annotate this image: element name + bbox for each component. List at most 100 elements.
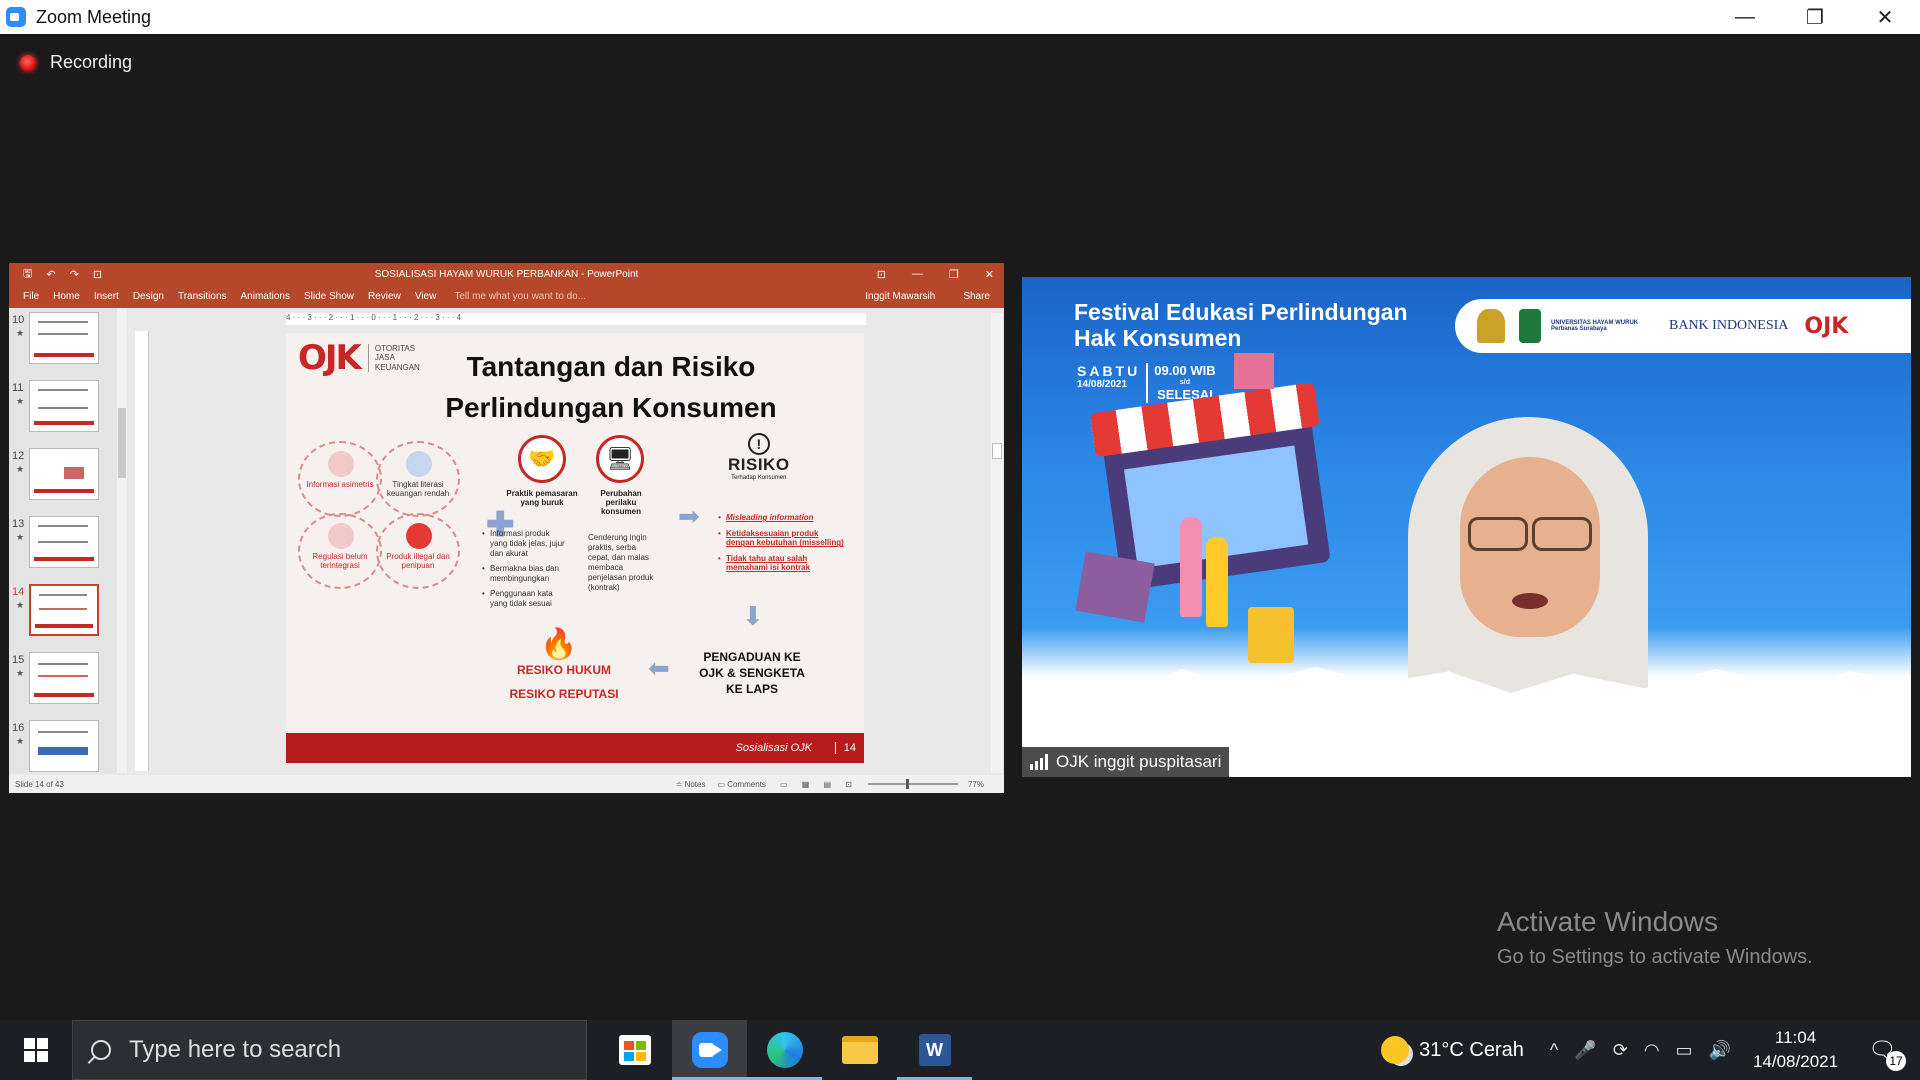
slide-thumbnail-active[interactable] <box>29 584 99 636</box>
window-controls: — ❐ ✕ <box>1710 0 1920 34</box>
ppt-window-controls: ⊡ — ❐ ✕ <box>877 268 994 281</box>
activate-windows-watermark: Activate Windows Go to Settings to activ… <box>1497 906 1813 969</box>
slide-thumbnail[interactable] <box>29 516 99 568</box>
taskbar-word[interactable]: W <box>897 1020 972 1080</box>
challenge-circle: Tingkat literasi keuangan rendah <box>376 441 460 517</box>
festival-time-start: 09.00 WIB <box>1154 363 1216 378</box>
tab-slide-show[interactable]: Slide Show <box>304 291 354 302</box>
slide-scrollbar[interactable] <box>991 313 1003 773</box>
sync-icon[interactable]: ⟳ <box>1613 1040 1628 1061</box>
shopping-bag-illustration <box>1248 607 1294 663</box>
slide-thumbnail[interactable] <box>29 312 99 364</box>
ppt-restore-button[interactable]: ❐ <box>949 268 959 281</box>
tab-view[interactable]: View <box>415 291 437 302</box>
handshake-icon: 🤝 <box>518 435 566 483</box>
ojk-logo: OJK OTORITAS JASA KEUANGAN <box>298 338 420 378</box>
tab-insert[interactable]: Insert <box>94 291 119 302</box>
perubahan-text: Cenderung ingin praktis, serba cepat, da… <box>588 533 654 592</box>
participant-person <box>1408 417 1648 777</box>
ppt-minimize-button[interactable]: — <box>912 268 923 281</box>
zoom-slider[interactable] <box>867 779 958 789</box>
comments-button[interactable]: ▭ Comments <box>717 780 765 789</box>
festival-title-line: Festival Edukasi Perlindungan <box>1074 299 1408 325</box>
restore-button[interactable]: ❐ <box>1780 0 1850 34</box>
ppt-user-name[interactable]: Inggit Mawarsih <box>865 291 935 302</box>
tab-home[interactable]: Home <box>53 291 80 302</box>
taskbar-file-explorer[interactable] <box>822 1020 897 1080</box>
taskbar-zoom[interactable] <box>672 1020 747 1080</box>
arrow-left-icon: ⬅ <box>648 653 670 683</box>
slide-thumbnail-pane: 10 ★ 11 ★ 12 ★ 13 ★ 14 ★ 15 ★ 16 ★ <box>9 308 127 773</box>
praktik-label: Praktik pemasaran yang buruk <box>506 489 578 508</box>
thumbnail-scrollbar[interactable] <box>117 308 127 773</box>
tab-review[interactable]: Review <box>368 291 401 302</box>
regulation-icon <box>328 523 354 549</box>
search-icon <box>91 1040 111 1060</box>
tab-animations[interactable]: Animations <box>241 291 290 302</box>
zoom-level[interactable]: 77% <box>968 780 984 789</box>
windows-logo-icon <box>24 1038 48 1062</box>
close-button[interactable]: ✕ <box>1850 0 1920 34</box>
tab-file[interactable]: File <box>23 291 39 302</box>
notes-button[interactable]: ≐ Notes <box>676 780 706 789</box>
ppt-share-button[interactable]: Share <box>963 291 990 302</box>
festival-day-text: SABTU <box>1077 363 1141 379</box>
thumb-number: 14 <box>12 586 25 598</box>
participant-name: OJK inggit puspitasari <box>1056 752 1222 771</box>
recording-indicator[interactable]: Recording <box>20 52 132 73</box>
taskbar-search[interactable]: Type here to search <box>72 1020 587 1080</box>
taskbar-clock[interactable]: 11:04 14/08/2021 <box>1753 1026 1838 1074</box>
risk-list-item: Ketidaksesuaian produk dengan kebutuhan … <box>718 529 848 548</box>
garuda-logo-icon <box>1477 309 1505 343</box>
tell-me-input[interactable]: Tell me what you want to do... <box>454 291 586 302</box>
clock-time: 11:04 <box>1774 1028 1817 1048</box>
praktik-list-item: Informasi produk yang tidak jelas, jujur… <box>482 529 568 559</box>
horizontal-ruler: 4 · · · 3 · · · 2 · · · 1 · · · 0 · · · … <box>286 313 866 325</box>
risk-subtitle: Terhadap Konsumen <box>731 475 787 481</box>
slide-count: Slide 14 of 43 <box>15 779 64 789</box>
sponsor-bank-indonesia: BANK INDONESIA <box>1669 318 1789 333</box>
ppt-close-button[interactable]: ✕ <box>985 268 994 281</box>
word-icon: W <box>918 1034 951 1066</box>
slide-thumbnail[interactable] <box>29 448 99 500</box>
slide-scroll-handle[interactable] <box>992 443 1002 459</box>
thumbnail-scroll-handle[interactable] <box>118 408 126 478</box>
computer-icon: 🖥 <box>596 435 644 483</box>
system-tray: 31°C Cerah ^ 🎤 ⟳ ◠ ▭ 🔊 11:04 14/08/2021 … <box>1381 1020 1920 1080</box>
shopper-illustration <box>1206 537 1228 627</box>
microphone-icon[interactable]: 🎤 <box>1574 1040 1596 1061</box>
festival-date: SABTU 14/08/2021 09.00 WIB s/d SELESAI <box>1077 363 1216 403</box>
start-button[interactable] <box>0 1020 72 1080</box>
slide-title: Tantangan dan Risiko Perlindungan Konsum… <box>406 347 816 428</box>
participant-video[interactable]: Festival Edukasi Perlindungan Hak Konsum… <box>1022 277 1911 777</box>
thumb-star-icon: ★ <box>16 532 25 542</box>
risk-title: RISIKO <box>728 455 790 474</box>
slide-canvas[interactable]: OJK OTORITAS JASA KEUANGAN Tantangan dan… <box>286 333 864 763</box>
challenge-label: Tingkat literasi keuangan rendah <box>386 480 450 498</box>
weather-text[interactable]: 31°C Cerah <box>1419 1039 1524 1062</box>
edge-icon <box>766 1032 803 1068</box>
wifi-icon[interactable]: ◠ <box>1644 1040 1660 1061</box>
thumb-star-icon: ★ <box>16 328 25 338</box>
minimize-button[interactable]: — <box>1710 0 1780 34</box>
challenge-circle: Informasi asimetris <box>298 441 382 517</box>
participant-name-tag: OJK inggit puspitasari <box>1022 747 1230 777</box>
risk-list: Misleading information Ketidaksesuaian p… <box>718 513 848 579</box>
chevron-up-icon[interactable]: ^ <box>1550 1040 1558 1061</box>
slide-thumbnail[interactable] <box>29 380 99 432</box>
literacy-icon <box>406 451 432 477</box>
notification-center-button[interactable]: 🗨 17 <box>1868 1037 1906 1071</box>
taskbar-edge[interactable] <box>747 1020 822 1080</box>
tab-design[interactable]: Design <box>133 291 164 302</box>
ppt-ribbon-options-icon[interactable]: ⊡ <box>877 268 886 281</box>
volume-icon[interactable]: 🔊 <box>1709 1040 1731 1061</box>
slide-thumbnail[interactable] <box>29 652 99 704</box>
battery-icon[interactable]: ▭ <box>1676 1040 1693 1061</box>
tab-transitions[interactable]: Transitions <box>178 291 227 302</box>
risk-list-item: Tidak tahu atau salah memahami isi kontr… <box>718 554 848 573</box>
taskbar-microsoft-store[interactable] <box>597 1020 672 1080</box>
fire-icon: 🔥 <box>540 628 578 661</box>
weather-icon[interactable] <box>1381 1036 1410 1064</box>
view-buttons[interactable]: ▭ ▦ ▤ ⊡ <box>780 780 858 789</box>
slide-thumbnail[interactable] <box>29 720 99 772</box>
